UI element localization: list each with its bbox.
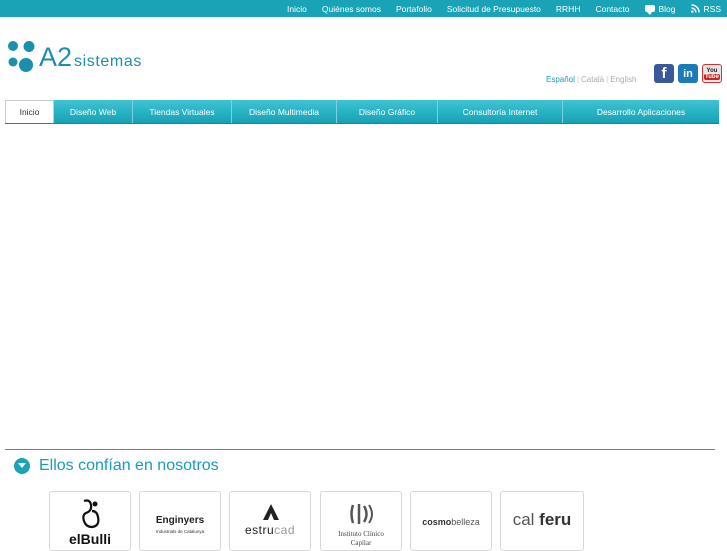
client-logo-elbulli[interactable]: elBulli (49, 491, 131, 551)
lang-separator: | (606, 75, 609, 84)
top-bar: Inicio Quiénes somos Portafolio Solicitu… (0, 0, 727, 17)
estrucad-b: cad (274, 523, 296, 537)
top-nav: Inicio Quiénes somos Portafolio Solicitu… (272, 0, 721, 17)
section-title: Ellos confían en nosotros (39, 457, 219, 474)
logo-text: A2 sistemas (39, 42, 142, 73)
nav-desarrollo-aplicaciones[interactable]: Desarrollo Aplicaciones (563, 100, 719, 123)
logo-sistemas: sistemas (74, 53, 142, 70)
client-logo-instituto[interactable]: Instituto Clínico Capilar (320, 491, 402, 551)
topnav-blog[interactable]: Blog (644, 3, 676, 15)
instituto-line1: Instituto Clínico (338, 530, 384, 538)
youtube-glyph: You Tube (703, 65, 721, 82)
linkedin-icon[interactable]: in (678, 64, 698, 83)
facebook-icon[interactable]: f (654, 64, 674, 83)
clients-section-header[interactable]: Ellos confían en nosotros (14, 456, 219, 476)
calferu-a: cal (512, 510, 540, 529)
elbulli-mark-icon (82, 499, 100, 529)
linkedin-glyph: in (683, 67, 693, 80)
section-divider (5, 449, 715, 450)
topnav-rss[interactable]: RSS (690, 3, 721, 14)
enginyers-sub: Industrials de Catalunya (155, 529, 205, 534)
topnav-presupuesto[interactable]: Solicitud de Presupuesto (447, 4, 541, 14)
rss-label: RSS (703, 3, 721, 14)
language-selector: Español | Català | English (546, 75, 636, 84)
nav-inicio[interactable]: Inicio (5, 100, 54, 123)
estrucad-a: estru (244, 523, 275, 537)
lang-english[interactable]: English (610, 75, 636, 84)
blog-label: Blog (658, 3, 676, 14)
nav-diseno-web[interactable]: Diseño Web (54, 100, 133, 123)
main-nav: Inicio Diseño Web Tiendas Virtuales Dise… (5, 100, 719, 124)
client-logo-estrucad[interactable]: estrucad (229, 491, 311, 551)
enginyers-name: Enginyers (155, 515, 205, 526)
nav-consultoria-internet[interactable]: Consultoría Internet (438, 100, 563, 123)
topnav-portafolio[interactable]: Portafolio (396, 4, 432, 14)
lang-catala[interactable]: Català (581, 75, 604, 84)
topnav-contacto[interactable]: Contacto (595, 4, 629, 14)
cosmo-b: belleza (451, 517, 480, 527)
topnav-inicio[interactable]: Inicio (287, 4, 307, 14)
facebook-glyph: f (661, 65, 667, 82)
rss-icon (690, 4, 700, 13)
estrucad-mark-icon (263, 504, 279, 520)
calferu-name: cal feru (501, 510, 583, 530)
youtube-you: You (706, 67, 718, 74)
instituto-mark-icon (350, 504, 373, 524)
logo-dots (8, 41, 35, 72)
cosmobelleza-name: cosmobelleza (411, 517, 491, 527)
client-logo-cosmobelleza[interactable]: cosmobelleza (410, 491, 492, 551)
youtube-tube: Tube (704, 73, 720, 80)
nav-diseno-multimedia[interactable]: Diseño Multimedia (232, 100, 337, 123)
nav-diseno-grafico[interactable]: Diseño Gráfico (337, 100, 438, 123)
site-logo[interactable]: A2 sistemas (7, 40, 167, 80)
topnav-rrhh[interactable]: RRHH (556, 4, 581, 14)
estrucad-name: estrucad (230, 523, 310, 537)
chevron-down-icon (14, 458, 30, 474)
lang-separator: | (576, 75, 579, 84)
nav-tiendas-virtuales[interactable]: Tiendas Virtuales (133, 100, 232, 123)
youtube-icon[interactable]: You Tube (702, 64, 722, 83)
instituto-line2: Capilar (350, 539, 372, 547)
topnav-quienes-somos[interactable]: Quiénes somos (322, 4, 381, 14)
blog-icon (644, 5, 655, 15)
logo-a2: A2 (39, 42, 73, 72)
client-logo-calferu[interactable]: cal feru (500, 491, 584, 551)
lang-espanol[interactable]: Español (546, 75, 575, 84)
calferu-b: feru (539, 510, 572, 529)
cosmo-a: cosmo (422, 517, 452, 527)
client-logo-enginyers[interactable]: Enginyers Industrials de Catalunya (139, 491, 221, 551)
instituto-name: Instituto Clínico Capilar (321, 530, 401, 548)
